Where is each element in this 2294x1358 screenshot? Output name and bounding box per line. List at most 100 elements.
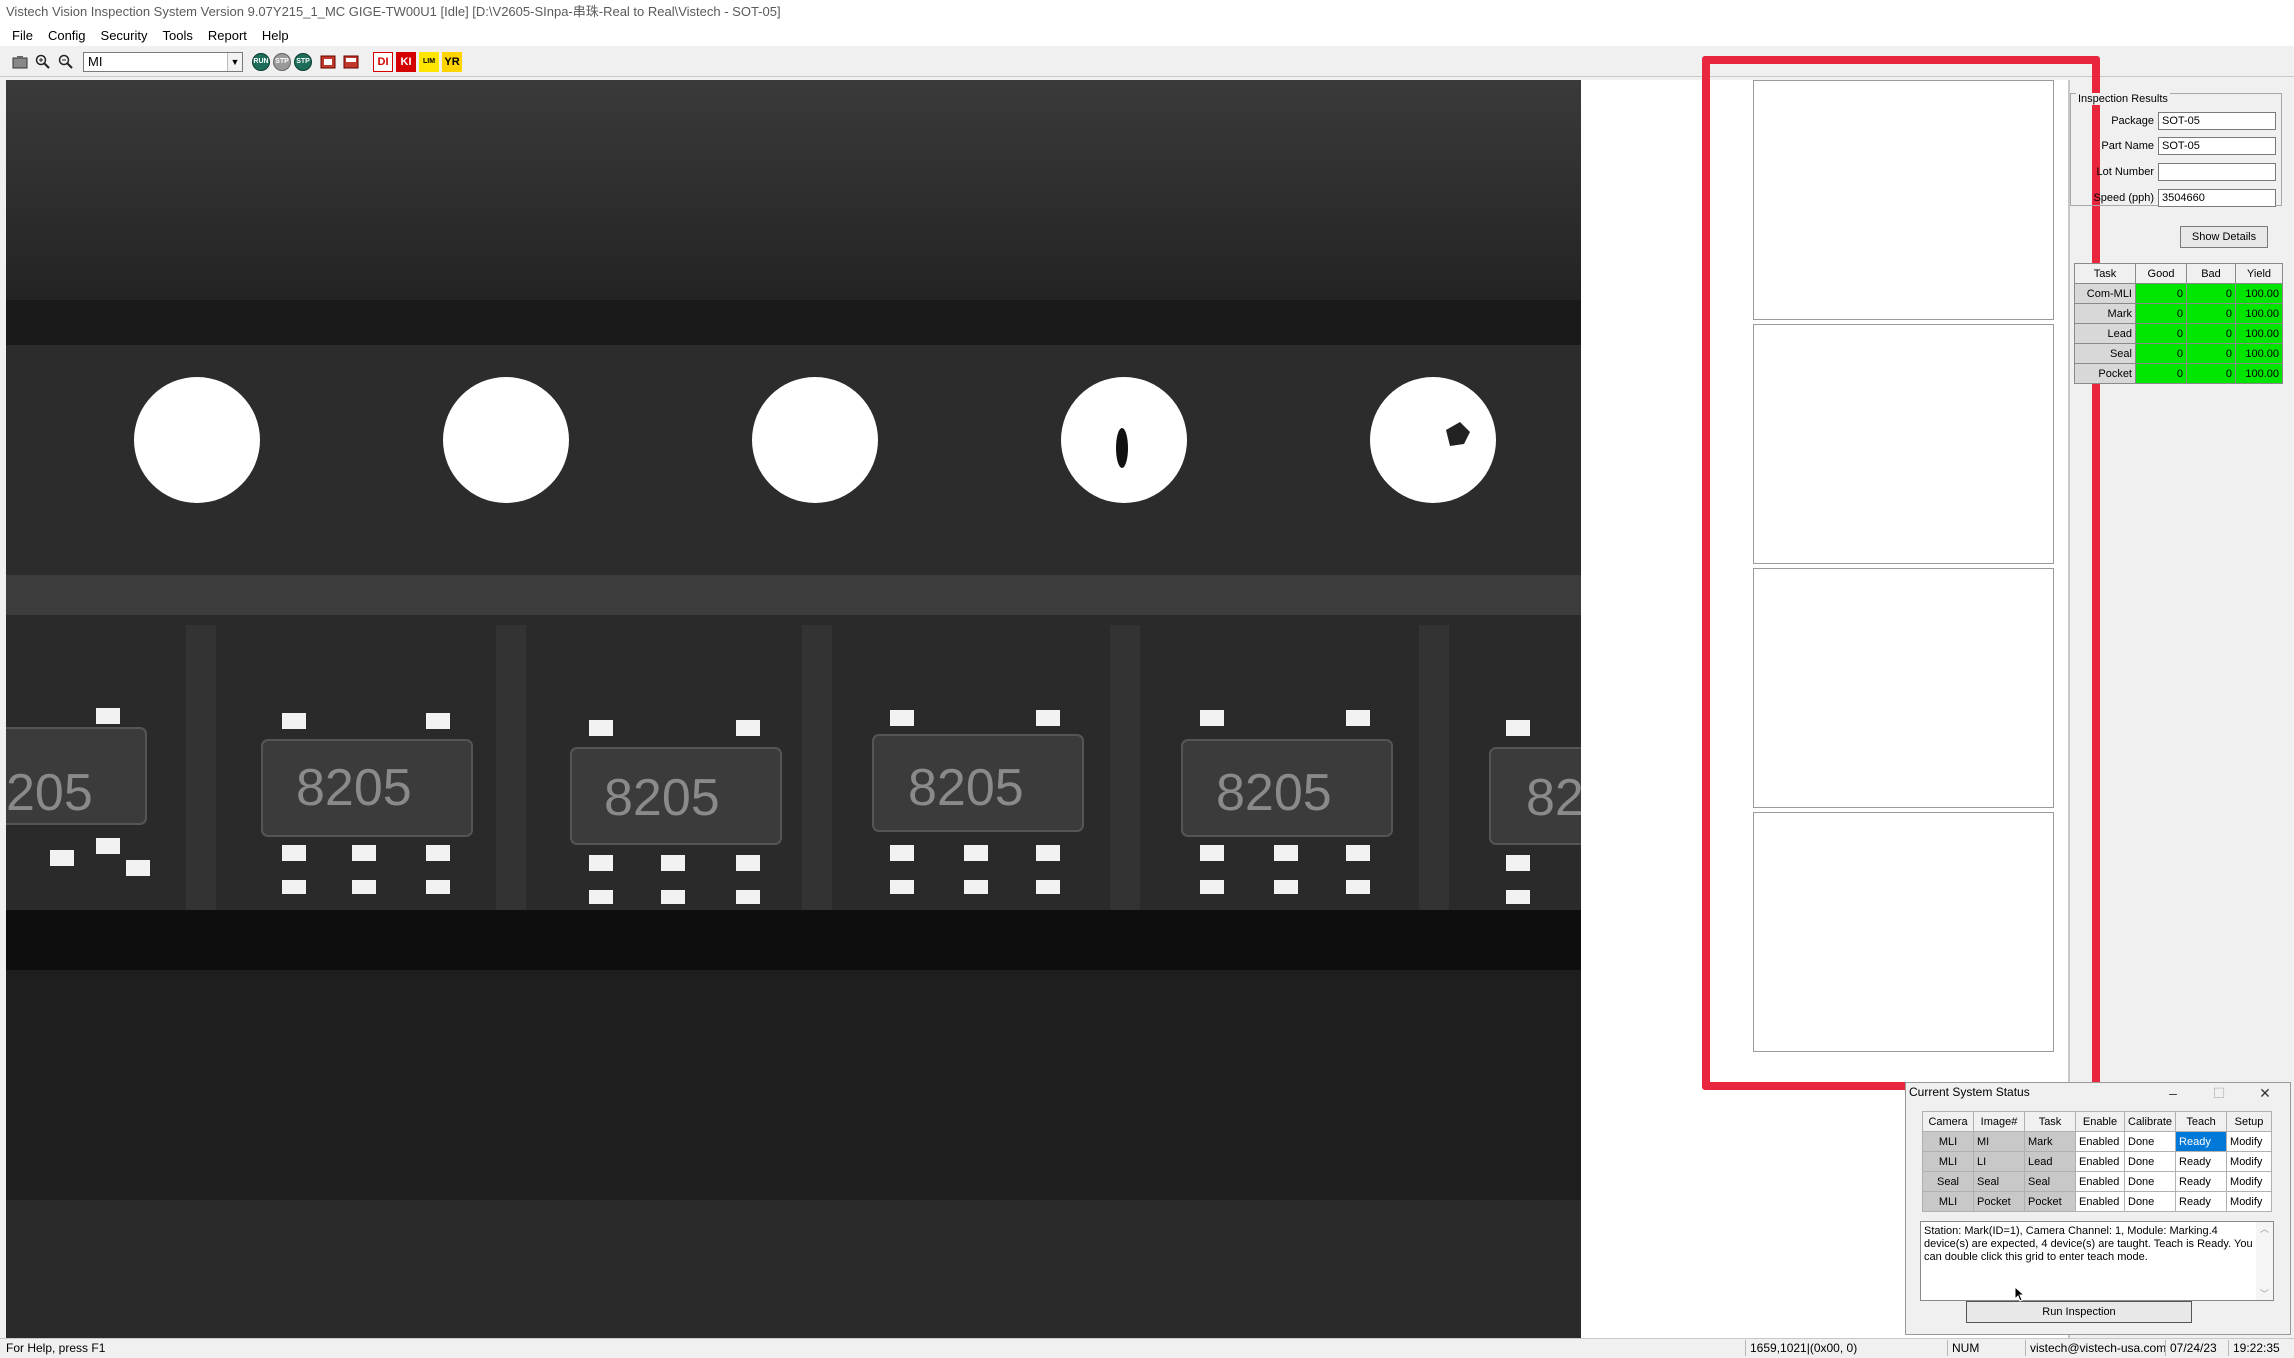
image-cell[interactable]: LI [1973,1151,2025,1172]
lim-icon[interactable]: LIM [419,51,439,72]
camera-cell[interactable]: Seal [1922,1171,1974,1192]
teach-cell[interactable]: Ready [2175,1191,2228,1212]
yr-icon[interactable]: YR [442,51,462,72]
image-select-dropdown[interactable]: MI ▼ [83,51,243,72]
run-inspection-button[interactable]: Run Inspection [1966,1301,2192,1323]
enable-cell[interactable]: Enabled [2075,1171,2125,1192]
task-cell[interactable]: Seal [2024,1171,2076,1192]
yield-header-good[interactable]: Good [2135,263,2187,284]
table-row: Pocket 0 0 100.00 [2074,363,2283,384]
menu-report[interactable]: Report [202,28,256,43]
table-row[interactable]: MLI LI Lead Enabled Done Ready Modify [1922,1151,2273,1172]
image-cell[interactable]: MI [1973,1131,2025,1152]
setup-cell[interactable]: Modify [2226,1151,2273,1172]
yield-header-bad[interactable]: Bad [2186,263,2236,284]
menu-file[interactable]: File [6,28,42,43]
status-header-image: Image# [1973,1111,2025,1132]
bad-cell: 0 [2186,363,2236,384]
contact-email: vistech@vistech-usa.com [2025,1340,2166,1356]
task-cell[interactable]: Pocket [2024,1191,2076,1212]
setup-cell[interactable]: Modify [2226,1191,2273,1212]
task-cell: Mark [2074,303,2136,324]
yield-cell: 100.00 [2235,343,2283,364]
bad-cell: 0 [2186,343,2236,364]
enable-cell[interactable]: Enabled [2075,1151,2125,1172]
calibrate-cell[interactable]: Done [2123,1171,2177,1192]
camera-cell[interactable]: MLI [1922,1191,1974,1212]
run-icon[interactable]: RUN [252,52,270,71]
grab-image-icon[interactable] [319,52,339,72]
teach-cell[interactable]: Ready [2175,1151,2228,1172]
teach-cell[interactable]: Ready [2175,1171,2228,1192]
setup-cell[interactable]: Modify [2226,1131,2273,1152]
camera-icon[interactable] [10,52,30,72]
num-lock-indicator: NUM [1947,1340,2002,1356]
status-table: Camera Image# Task Enable Calibrate Teac… [1922,1111,2273,1212]
yield-table: Task Good Bad Yield Com-MLI 0 0 100.00 M… [2074,263,2283,384]
menu-tools[interactable]: Tools [157,28,202,43]
task-cell: Com-MLI [2074,283,2136,304]
speed-field: 3504660 [2158,189,2276,207]
calibrate-cell[interactable]: Done [2123,1191,2177,1212]
camera-cell[interactable]: MLI [1922,1131,1974,1152]
good-cell: 0 [2135,283,2187,304]
enable-cell[interactable]: Enabled [2075,1131,2125,1152]
task-cell: Pocket [2074,363,2136,384]
table-row[interactable]: Seal Seal Seal Enabled Done Ready Modify [1922,1171,2273,1192]
status-header-enable: Enable [2075,1111,2125,1132]
yield-header-yield[interactable]: Yield [2235,263,2283,284]
good-cell: 0 [2135,323,2187,344]
stop-icon[interactable]: STP [273,52,291,71]
chip-label: 82 [1526,769,1581,827]
status-window-title: Current System Status [1909,1085,2030,1099]
good-cell: 0 [2135,363,2187,384]
chevron-down-icon[interactable]: ▼ [227,52,242,71]
message-scrollbar[interactable]: ︿ ﹀ [2256,1222,2273,1300]
step-icon[interactable]: STP [294,52,312,71]
task-cell[interactable]: Lead [2024,1151,2076,1172]
status-time: 19:22:35 [2228,1340,2293,1356]
camera-cell[interactable]: MLI [1922,1151,1974,1172]
save-image-icon[interactable] [342,52,362,72]
yield-header-task[interactable]: Task [2074,263,2136,284]
zoom-in-icon[interactable] [33,52,53,72]
menu-security[interactable]: Security [95,28,157,43]
good-cell: 0 [2135,343,2187,364]
status-header-teach: Teach [2175,1111,2228,1132]
chip-label: 8205 [1216,764,1332,822]
package-field: SOT-05 [2158,112,2276,130]
chip-label: 205 [6,764,93,822]
bad-cell: 0 [2186,283,2236,304]
image-cell[interactable]: Pocket [1973,1191,2025,1212]
scroll-down-icon[interactable]: ﹀ [2256,1287,2273,1300]
setup-cell[interactable]: Modify [2226,1171,2273,1192]
task-cell: Lead [2074,323,2136,344]
close-icon[interactable]: ✕ [2250,1082,2280,1104]
table-row[interactable]: MLI Pocket Pocket Enabled Done Ready Mod… [1922,1191,2273,1212]
show-details-button[interactable]: Show Details [2180,226,2268,248]
ki-icon[interactable]: KI [396,51,416,72]
speed-label: Speed (pph) [2093,192,2154,204]
enable-cell[interactable]: Enabled [2075,1191,2125,1212]
maximize-icon[interactable]: ☐ [2204,1082,2234,1104]
task-cell: Seal [2074,343,2136,364]
table-row: Seal 0 0 100.00 [2074,343,2283,364]
window-title: Vistech Vision Inspection System Version… [0,0,2294,24]
image-cell[interactable]: Seal [1973,1171,2025,1192]
status-header-task: Task [2024,1111,2076,1132]
status-message-box[interactable]: Station: Mark(ID=1), Camera Channel: 1, … [1920,1221,2274,1301]
calibrate-cell[interactable]: Done [2123,1151,2177,1172]
camera-image-view[interactable]: 205 8205 8205 8205 8205 82 [6,80,1581,1338]
teach-cell[interactable]: Ready [2175,1131,2228,1152]
calibrate-cell[interactable]: Done [2123,1131,2177,1152]
minimize-icon[interactable]: – [2158,1082,2188,1104]
menu-config[interactable]: Config [42,28,95,43]
scroll-up-icon[interactable]: ︿ [2256,1222,2273,1235]
table-row[interactable]: MLI MI Mark Enabled Done Ready Modify [1922,1131,2273,1152]
mouse-cursor-icon [2014,1285,2026,1305]
zoom-out-icon[interactable] [56,52,76,72]
di-icon[interactable]: DI [373,51,393,72]
task-cell[interactable]: Mark [2024,1131,2076,1152]
status-header-camera: Camera [1922,1111,1974,1132]
menu-help[interactable]: Help [256,28,298,43]
